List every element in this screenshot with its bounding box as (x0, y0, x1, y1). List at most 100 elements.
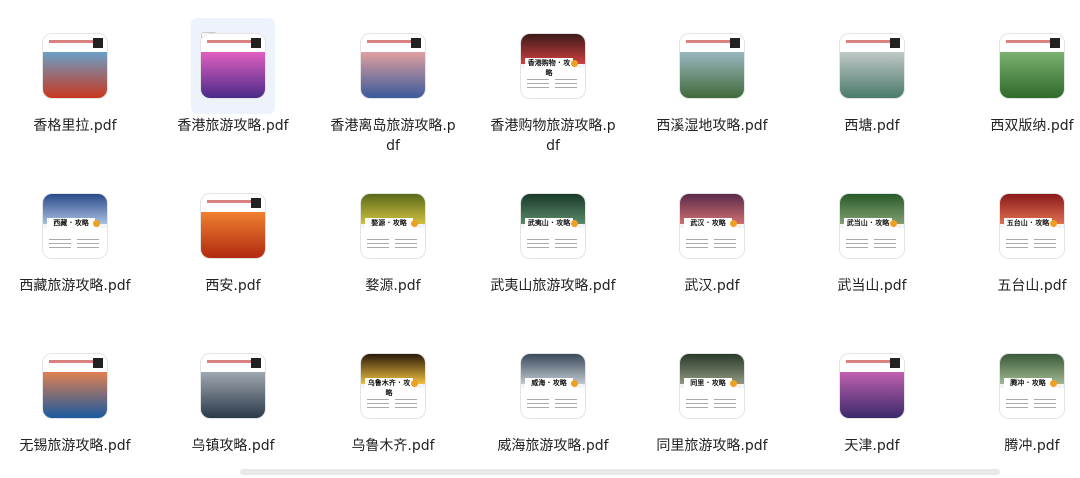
file-item[interactable]: 武当山 · 攻略武当山.pdf (797, 168, 947, 318)
file-name-text: 西双版纳.pdf (990, 118, 1074, 134)
pdf-thumbnail (1000, 34, 1064, 98)
file-thumbnail-wrap: 武汉 · 攻略 (670, 178, 754, 274)
file-name-text: 天津.pdf (844, 438, 900, 454)
file-name-text: 五台山.pdf (997, 278, 1067, 294)
file-name: 武夷山旅游攻略.pdf (478, 276, 628, 296)
file-name: 乌鲁木齐.pdf (318, 436, 468, 456)
cover-header (840, 354, 904, 372)
file-item[interactable]: 腾冲 · 攻略腾冲.pdf (957, 328, 1080, 478)
file-item[interactable]: 婺源 · 攻略 婺源.pdf (318, 168, 468, 318)
file-thumbnail-wrap: 威海 · 攻略 (511, 338, 595, 434)
file-name-text: 武夷山旅游攻略.pdf (490, 278, 616, 294)
file-thumbnail-wrap: 腾冲 · 攻略 (990, 338, 1074, 434)
file-thumbnail-wrap (191, 178, 275, 274)
file-thumbnail-wrap: 西藏 · 攻略 (33, 178, 117, 274)
file-thumbnail-wrap (191, 338, 275, 434)
pdf-thumbnail (201, 354, 265, 418)
cover-header (201, 34, 265, 52)
file-item[interactable]: 西藏 · 攻略西藏旅游攻略.pdf (0, 168, 150, 318)
file-item[interactable]: 西双版纳.pdf (957, 8, 1080, 158)
file-name: 腾冲.pdf (957, 436, 1080, 456)
file-name-text: 武汉.pdf (684, 278, 740, 294)
cover-text-block (521, 228, 585, 258)
horizontal-scrollbar[interactable] (240, 469, 1000, 475)
file-name: 西藏旅游攻略.pdf (0, 276, 150, 296)
file-thumbnail-wrap (830, 18, 914, 114)
file-thumbnail-wrap (351, 18, 435, 114)
pdf-thumbnail (201, 34, 265, 98)
cover-caption: 同里 · 攻略 (684, 378, 732, 388)
badge-dot (571, 60, 578, 67)
cover-header (361, 34, 425, 52)
file-thumbnail-wrap (33, 18, 117, 114)
file-item[interactable]: 五台山 · 攻略五台山.pdf (957, 168, 1080, 318)
cover-header (1000, 34, 1064, 52)
cover-text-block (521, 68, 585, 98)
file-item[interactable]: 天津.pdf (797, 328, 947, 478)
file-item[interactable]: 无锡旅游攻略.pdf (0, 328, 150, 478)
pdf-thumbnail: 婺源 · 攻略 (361, 194, 425, 258)
file-thumbnail-wrap (830, 338, 914, 434)
file-item[interactable]: 西塘.pdf (797, 8, 947, 158)
cover-text-block (680, 228, 744, 258)
cover-text-block (1000, 228, 1064, 258)
badge-dot (1050, 220, 1057, 227)
file-name: 西塘.pdf (797, 116, 947, 136)
file-name: 威海旅游攻略.pdf (478, 436, 628, 456)
file-thumbnail-wrap: 武夷山 · 攻略 (511, 178, 595, 274)
cover-photo (840, 52, 904, 98)
cover-header (840, 34, 904, 52)
badge-dot (571, 220, 578, 227)
file-thumbnail-wrap: 香港购物 · 攻略 (511, 18, 595, 114)
badge-dot (730, 380, 737, 387)
file-item[interactable]: 香港离岛旅游攻略.pdf (318, 8, 468, 158)
cover-header (201, 354, 265, 372)
file-item[interactable]: 西安.pdf (158, 168, 308, 318)
file-thumbnail-wrap: 武当山 · 攻略 (830, 178, 914, 274)
file-name-text: 香港离岛旅游攻略.pdf (330, 118, 456, 154)
file-item[interactable]: 香港购物 · 攻略香港购物旅游攻略.pdf (478, 8, 628, 158)
file-item[interactable]: 武夷山 · 攻略武夷山旅游攻略.pdf (478, 168, 628, 318)
file-name-text: 武当山.pdf (837, 278, 907, 294)
file-name-text: 乌鲁木齐.pdf (351, 438, 435, 454)
file-name: 武当山.pdf (797, 276, 947, 296)
file-name-text: 香格里拉.pdf (33, 118, 117, 134)
file-item[interactable]: 香港旅游攻略.pdf (158, 8, 308, 158)
pdf-thumbnail: 五台山 · 攻略 (1000, 194, 1064, 258)
pdf-thumbnail: 武当山 · 攻略 (840, 194, 904, 258)
cover-photo (201, 212, 265, 258)
file-item[interactable]: 乌鲁木齐 · 攻略乌鲁木齐.pdf (318, 328, 468, 478)
pdf-thumbnail: 武夷山 · 攻略 (521, 194, 585, 258)
file-item[interactable]: 乌镇攻略.pdf (158, 328, 308, 478)
file-name-text: 西藏旅游攻略.pdf (19, 278, 131, 294)
file-name: 天津.pdf (797, 436, 947, 456)
pdf-thumbnail (43, 354, 107, 418)
cover-text-block (1000, 388, 1064, 418)
cover-text-block (361, 228, 425, 258)
pdf-thumbnail: 同里 · 攻略 (680, 354, 744, 418)
cover-text-block (361, 388, 425, 418)
file-item[interactable]: 香格里拉.pdf (0, 8, 150, 158)
pdf-thumbnail: 香港购物 · 攻略 (521, 34, 585, 98)
pdf-thumbnail (361, 34, 425, 98)
pdf-thumbnail (680, 34, 744, 98)
cover-photo (361, 52, 425, 98)
badge-dot (571, 380, 578, 387)
file-name-text: 西溪湿地攻略.pdf (656, 118, 768, 134)
badge-dot (93, 220, 100, 227)
cover-text-block (840, 228, 904, 258)
badge-dot (730, 220, 737, 227)
pdf-thumbnail (840, 354, 904, 418)
file-item[interactable]: 西溪湿地攻略.pdf (637, 8, 787, 158)
file-item[interactable]: 武汉 · 攻略武汉.pdf (637, 168, 787, 318)
file-name: 香港购物旅游攻略.pdf (478, 116, 628, 156)
cover-caption: 乌鲁木齐 · 攻略 (365, 378, 413, 397)
cover-caption: 武当山 · 攻略 (844, 218, 892, 228)
file-name: 香格里拉.pdf (0, 116, 150, 136)
file-thumbnail-wrap (670, 18, 754, 114)
cover-photo (201, 52, 265, 98)
file-item[interactable]: 威海 · 攻略 威海旅游攻略.pdf (478, 328, 628, 478)
cover-photo (43, 52, 107, 98)
cover-caption: 腾冲 · 攻略 (1004, 378, 1052, 388)
file-item[interactable]: 同里 · 攻略 同里旅游攻略.pdf (637, 328, 787, 478)
